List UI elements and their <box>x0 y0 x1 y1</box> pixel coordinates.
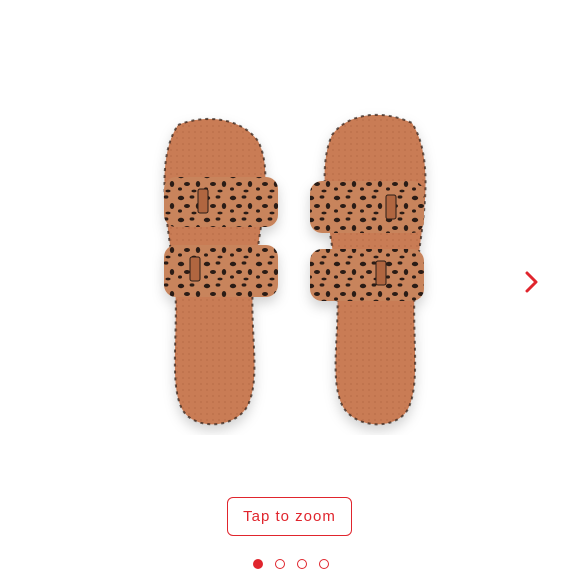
pagination-dot[interactable] <box>319 559 329 569</box>
sandals-product-image[interactable] <box>150 105 440 435</box>
product-image-gallery: Tap to zoom <box>0 0 580 580</box>
pagination-dot[interactable] <box>297 559 307 569</box>
tap-to-zoom-button[interactable]: Tap to zoom <box>227 497 352 536</box>
pagination-dot[interactable] <box>275 559 285 569</box>
chevron-right-icon[interactable] <box>519 268 543 296</box>
pagination-dot[interactable] <box>253 559 263 569</box>
pagination-dots <box>253 559 329 569</box>
